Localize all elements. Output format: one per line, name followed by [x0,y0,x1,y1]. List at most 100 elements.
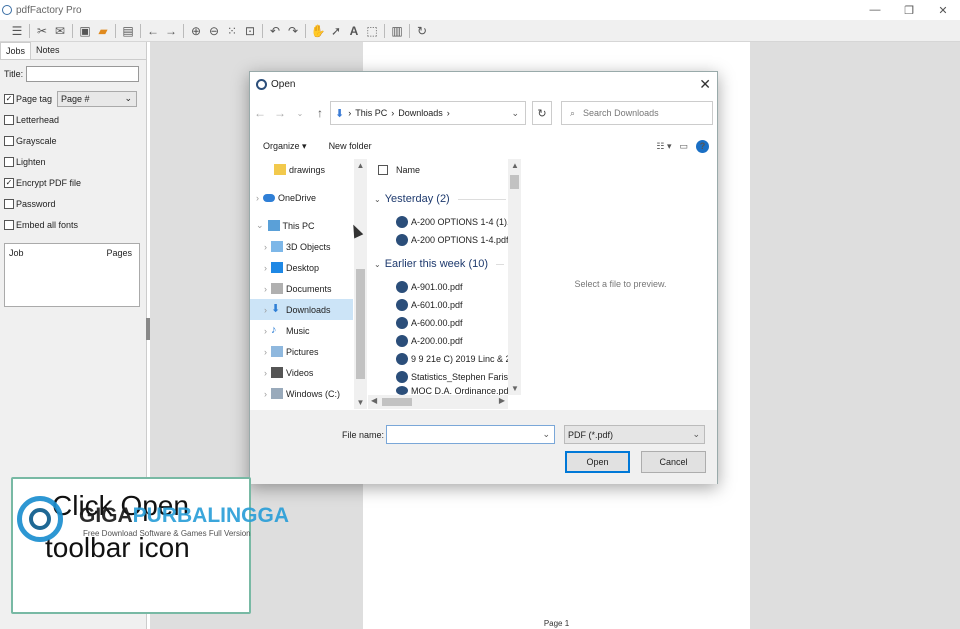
nav-item-windows-c[interactable]: › Windows (C:) [250,383,353,404]
scroll-down-icon[interactable]: ▼ [354,398,367,407]
chevron-right-icon[interactable]: › [264,305,267,315]
scroll-left-icon[interactable]: ◀ [371,396,377,405]
scroll-down-icon[interactable]: ▼ [511,384,519,393]
breadcrumb-sep-icon[interactable]: › [447,108,450,118]
text-icon[interactable]: A [345,22,363,40]
breadcrumb-this-pc[interactable]: This PC [355,108,387,118]
checkbox[interactable] [4,219,14,230]
chevron-right-icon[interactable]: › [264,389,267,399]
zoom-out-icon[interactable]: ⊖ [205,22,223,40]
breadcrumb-sep-icon[interactable]: › [348,108,351,118]
option-lighten[interactable]: Lighten [4,151,142,172]
chevron-down-icon[interactable]: ⌄ [374,195,381,204]
fit-page-icon[interactable]: ⊡ [241,22,259,40]
preview-pane-icon[interactable]: ▭ [679,141,688,152]
chevron-down-icon[interactable]: ⌄ [542,429,550,440]
file-item[interactable]: Statistics_Stephen Farish 2 [396,368,511,386]
minimize-button[interactable]: — [858,0,892,20]
hand-icon[interactable]: ✋ [309,22,327,40]
help-icon[interactable]: ? [696,139,709,153]
select-all-checkbox[interactable] [378,165,388,175]
save-icon[interactable]: ▣ [76,22,94,40]
thumbnails-icon[interactable]: ⁙ [223,22,241,40]
open-folder-icon[interactable]: ▰ [94,22,112,40]
nav-item-desktop[interactable]: › Desktop [250,257,353,278]
forward-icon[interactable]: → [162,22,180,40]
up-arrow-icon[interactable]: ↑ [310,106,330,120]
nav-item-onedrive[interactable]: › OneDrive [250,187,353,208]
checkbox[interactable] [4,198,14,209]
checkbox[interactable] [4,135,14,146]
breadcrumb-sep-icon[interactable]: › [391,108,394,118]
nav-scrollbar[interactable]: ▲ ▼ [354,159,367,409]
scroll-up-icon[interactable]: ▲ [511,161,519,170]
new-folder-button[interactable]: New folder [329,141,372,151]
chevron-right-icon[interactable]: › [264,284,267,294]
chevron-right-icon[interactable]: › [264,242,267,252]
column-job[interactable]: Job [9,248,24,258]
title-input[interactable] [26,66,139,82]
chevron-down-icon[interactable]: ⌄ [374,260,381,269]
nav-item-3d-objects[interactable]: › 3D Objects [250,236,353,257]
scroll-right-icon[interactable]: ▶ [499,396,505,405]
select-icon[interactable]: ⬚ [363,22,381,40]
file-item[interactable]: MOC D.A. Ordinance.pdf [396,386,511,395]
organize-button[interactable]: Organize ▾ [263,141,307,152]
chevron-right-icon[interactable]: › [264,326,267,336]
group-yesterday[interactable]: ⌄ Yesterday (2) [374,193,506,205]
address-bar[interactable]: ⬇ › This PC › Downloads › ⌄ [330,101,526,125]
option-encrypt[interactable]: ✓ Encrypt PDF file [4,172,142,193]
search-input[interactable]: ⌕ Search Downloads [561,101,713,125]
name-column-header[interactable]: Name [378,165,420,175]
view-options-icon[interactable]: ☷ ▾ [656,141,671,152]
jobs-list[interactable]: Job Pages [4,243,140,307]
print-icon[interactable]: ▤ [119,22,137,40]
redo-icon[interactable]: ↷ [284,22,302,40]
chevron-right-icon[interactable]: › [264,263,267,273]
file-list-hscrollbar[interactable]: ◀ ▶ [368,395,508,409]
file-type-select[interactable]: PDF (*.pdf) ⌄ [564,425,705,444]
chevron-right-icon[interactable]: › [264,347,267,357]
notes-icon[interactable]: ▥ [388,22,406,40]
column-pages[interactable]: Pages [106,248,132,258]
checkbox[interactable] [4,114,14,125]
option-grayscale[interactable]: Grayscale [4,130,142,151]
option-embed-fonts[interactable]: Embed all fonts [4,214,142,235]
back-arrow-icon[interactable]: ← [250,106,270,120]
maximize-button[interactable]: ❐ [892,0,926,20]
forward-arrow-icon[interactable]: → [270,106,290,120]
file-item[interactable]: A-601.00.pdf [396,296,511,314]
nav-item-videos[interactable]: › Videos [250,362,353,383]
tab-jobs[interactable]: Jobs [0,42,32,59]
checkbox[interactable] [4,156,14,167]
file-item[interactable]: A-200.00.pdf [396,332,511,350]
file-item[interactable]: 9 9 21e C) 2019 Linc & 2019 [396,350,511,368]
dialog-close-icon[interactable]: ✕ [699,76,711,93]
back-icon[interactable]: ← [144,22,162,40]
checkbox[interactable]: ✓ [4,93,14,104]
chevron-right-icon[interactable]: › [256,193,259,203]
cancel-button[interactable]: Cancel [641,451,706,473]
tab-notes[interactable]: Notes [31,42,65,59]
pointer-icon[interactable]: ➚ [327,22,345,40]
nav-item-downloads[interactable]: › ⬇ Downloads [250,299,353,320]
file-item[interactable]: A-901.00.pdf [396,278,511,296]
nav-item-music[interactable]: › ♪ Music [250,320,353,341]
file-item[interactable]: A-600.00.pdf [396,314,511,332]
chevron-down-icon[interactable]: ⌄ [511,108,519,119]
nav-item-this-pc[interactable]: ⌄ This PC [250,215,353,236]
zoom-in-icon[interactable]: ⊕ [187,22,205,40]
close-button[interactable]: ✕ [926,0,960,20]
scroll-up-icon[interactable]: ▲ [354,161,367,170]
chevron-down-icon[interactable]: ⌄ [256,220,264,231]
breadcrumb-downloads[interactable]: Downloads [398,108,443,118]
scroll-thumb[interactable] [356,269,365,379]
email-icon[interactable]: ✉ [51,22,69,40]
file-name-input[interactable]: ⌄ [386,425,555,444]
option-password[interactable]: Password [4,193,142,214]
option-letterhead[interactable]: Letterhead [4,109,142,130]
file-item[interactable]: A-200 OPTIONS 1-4.pdf [396,231,511,249]
refresh-button[interactable]: ↻ [532,101,552,125]
open-button[interactable]: Open [565,451,630,473]
file-list-vscrollbar[interactable]: ▲ ▼ [508,159,521,395]
